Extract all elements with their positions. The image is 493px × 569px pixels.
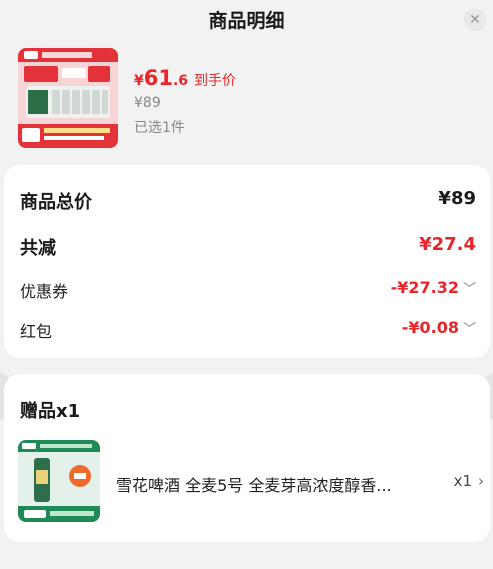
chevron-down-icon[interactable]: ﹀	[463, 318, 476, 337]
product-detail-sheet: 商品明细 ✕ ¥61.6 到手价 ¥89 已选1件 商品总价 ¥89 共减 ¥2…	[0, 0, 493, 569]
chevron-right-icon[interactable]: ›	[478, 472, 484, 490]
final-price-label: 到手价	[194, 73, 237, 89]
original-price: ¥89	[134, 95, 161, 111]
price-detail-card: 商品总价 ¥89 共减 ¥27.4 优惠券 -¥27.32 ﹀ 红包 -¥0.08…	[4, 165, 490, 358]
final-price-dec: .6	[172, 73, 189, 89]
reduce-value: ¥27.4	[419, 234, 476, 255]
product-summary: ¥61.6 到手价 ¥89 已选1件	[18, 48, 478, 150]
redpack-label: 红包	[20, 322, 53, 341]
reduce-label: 共减	[20, 238, 56, 259]
gift-name: 雪花啤酒 全麦5号 全麦芽高浓度醇香...	[116, 476, 392, 495]
currency-symbol: ¥	[134, 73, 144, 89]
product-image[interactable]	[18, 48, 118, 148]
gift-card: 赠品x1 雪花啤酒 全麦5号 全麦芽高浓度醇香... x1 ›	[4, 374, 490, 542]
coupon-value-wrap[interactable]: -¥27.32 ﹀	[391, 278, 476, 297]
gift-item[interactable]: 雪花啤酒 全麦5号 全麦芽高浓度醇香... x1 ›	[18, 440, 484, 522]
coupon-label: 优惠券	[20, 282, 69, 301]
gift-title: 赠品x1	[20, 401, 81, 422]
chevron-down-icon[interactable]: ﹀	[463, 278, 476, 297]
redpack-value-wrap[interactable]: -¥0.08 ﹀	[402, 318, 476, 337]
selected-count: 已选1件	[134, 120, 185, 136]
total-label: 商品总价	[20, 192, 92, 213]
redpack-value: -¥0.08	[401, 318, 459, 337]
close-icon[interactable]: ✕	[464, 9, 486, 31]
coupon-value: -¥27.32	[390, 278, 459, 297]
gift-qty[interactable]: x1 ›	[454, 472, 484, 490]
sheet-header: 商品明细 ✕	[0, 0, 493, 40]
gift-image[interactable]	[18, 440, 100, 522]
total-value: ¥89	[438, 188, 476, 209]
gift-qty-value: x1	[453, 472, 472, 490]
sheet-title: 商品明细	[208, 10, 285, 32]
final-price-int: 61	[143, 66, 173, 90]
final-price: ¥61.6 到手价	[134, 66, 236, 90]
